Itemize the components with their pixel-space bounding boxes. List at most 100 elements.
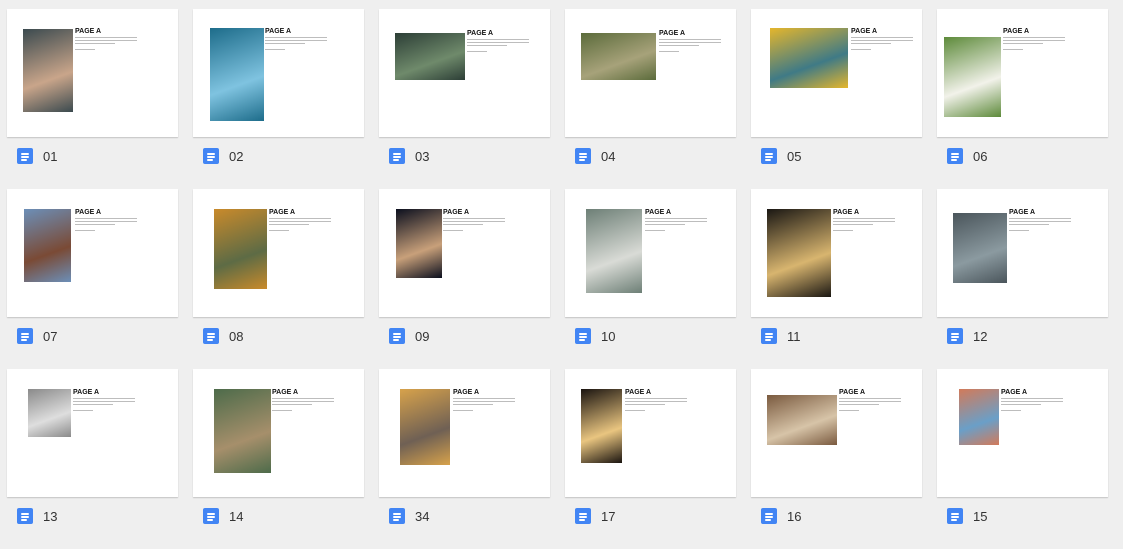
text-line [1001, 410, 1021, 411]
document-tile[interactable]: PAGE A 07 [7, 189, 178, 369]
document-title[interactable]: 13 [43, 509, 57, 524]
document-tile[interactable]: PAGE A 06 [937, 9, 1108, 189]
document-tile[interactable]: PAGE A 11 [751, 189, 922, 369]
document-title[interactable]: 03 [415, 149, 429, 164]
text-line [839, 410, 859, 411]
document-tile[interactable]: PAGE A 10 [565, 189, 736, 369]
document-footer[interactable]: 15 [947, 508, 1097, 528]
document-tile[interactable]: PAGE A 14 [193, 369, 364, 549]
google-docs-icon [17, 328, 33, 344]
document-tile[interactable]: PAGE A 01 [7, 9, 178, 189]
document-thumbnail[interactable]: PAGE A [193, 369, 364, 497]
thumbnail-text: PAGE A [1009, 209, 1071, 231]
document-title[interactable]: 11 [787, 329, 801, 344]
document-footer[interactable]: 09 [389, 328, 539, 348]
document-thumbnail[interactable]: PAGE A [7, 369, 178, 497]
document-footer[interactable]: 07 [17, 328, 167, 348]
document-thumbnail[interactable]: PAGE A [937, 369, 1108, 497]
text-line [73, 398, 135, 399]
text-line [269, 218, 331, 219]
document-title[interactable]: 01 [43, 149, 57, 164]
document-title[interactable]: 06 [973, 149, 987, 164]
document-title[interactable]: 34 [415, 509, 429, 524]
text-line [467, 39, 529, 40]
document-footer[interactable]: 14 [203, 508, 353, 528]
document-title[interactable]: 05 [787, 149, 801, 164]
document-tile[interactable]: PAGE A 12 [937, 189, 1108, 369]
thumbnail-text: PAGE A [73, 389, 135, 411]
document-footer[interactable]: 08 [203, 328, 353, 348]
thumbnail-text: PAGE A [1003, 28, 1065, 50]
document-tile[interactable]: PAGE A 34 [379, 369, 550, 549]
document-footer[interactable]: 34 [389, 508, 539, 528]
document-thumbnail[interactable]: PAGE A [565, 189, 736, 317]
document-tile[interactable]: PAGE A 03 [379, 9, 550, 189]
document-footer[interactable]: 16 [761, 508, 911, 528]
document-title[interactable]: 17 [601, 509, 615, 524]
document-thumbnail[interactable]: PAGE A [193, 9, 364, 137]
document-thumbnail[interactable]: PAGE A [751, 189, 922, 317]
text-line [1003, 43, 1043, 44]
document-thumbnail[interactable]: PAGE A [379, 369, 550, 497]
document-footer[interactable]: 03 [389, 148, 539, 168]
text-line [265, 49, 285, 50]
document-title[interactable]: 08 [229, 329, 243, 344]
document-thumbnail[interactable]: PAGE A [751, 369, 922, 497]
document-thumbnail[interactable]: PAGE A [7, 9, 178, 137]
document-tile[interactable]: PAGE A 13 [7, 369, 178, 549]
document-thumbnail[interactable]: PAGE A [565, 9, 736, 137]
document-footer[interactable]: 01 [17, 148, 167, 168]
text-line [265, 40, 327, 41]
document-tile[interactable]: PAGE A 09 [379, 189, 550, 369]
thumbnail-text: PAGE A [659, 30, 721, 52]
document-tile[interactable]: PAGE A 05 [751, 9, 922, 189]
thumbnail-text: PAGE A [645, 209, 707, 231]
google-docs-icon [761, 508, 777, 524]
document-thumbnail[interactable]: PAGE A [937, 9, 1108, 137]
text-line [269, 230, 289, 231]
document-title[interactable]: 04 [601, 149, 615, 164]
document-tile[interactable]: PAGE A 16 [751, 369, 922, 549]
document-tile[interactable]: PAGE A 04 [565, 9, 736, 189]
thumbnail-text: PAGE A [443, 209, 505, 231]
document-thumbnail[interactable]: PAGE A [565, 369, 736, 497]
document-thumbnail[interactable]: PAGE A [937, 189, 1108, 317]
document-thumbnail[interactable]: PAGE A [7, 189, 178, 317]
document-title[interactable]: 07 [43, 329, 57, 344]
text-line [265, 37, 327, 38]
thumbnail-text: PAGE A [625, 389, 687, 411]
page-heading: PAGE A [659, 30, 686, 37]
document-title[interactable]: 15 [973, 509, 987, 524]
text-line [75, 221, 137, 222]
google-docs-icon [575, 148, 591, 164]
text-line [851, 49, 871, 50]
document-footer[interactable]: 05 [761, 148, 911, 168]
document-footer[interactable]: 02 [203, 148, 353, 168]
document-footer[interactable]: 06 [947, 148, 1097, 168]
document-title[interactable]: 16 [787, 509, 801, 524]
document-footer[interactable]: 04 [575, 148, 725, 168]
document-title[interactable]: 09 [415, 329, 429, 344]
text-line [467, 42, 529, 43]
document-thumbnail[interactable]: PAGE A [751, 9, 922, 137]
document-title[interactable]: 10 [601, 329, 615, 344]
document-footer[interactable]: 12 [947, 328, 1097, 348]
document-title[interactable]: 02 [229, 149, 243, 164]
document-thumbnail[interactable]: PAGE A [379, 189, 550, 317]
document-footer[interactable]: 11 [761, 328, 911, 348]
document-footer[interactable]: 17 [575, 508, 725, 528]
document-tile[interactable]: PAGE A 17 [565, 369, 736, 549]
text-line [645, 224, 685, 225]
document-title[interactable]: 12 [973, 329, 987, 344]
document-footer[interactable]: 10 [575, 328, 725, 348]
document-thumbnail[interactable]: PAGE A [193, 189, 364, 317]
document-tile[interactable]: PAGE A 08 [193, 189, 364, 369]
document-tile[interactable]: PAGE A 15 [937, 369, 1108, 549]
document-footer[interactable]: 13 [17, 508, 167, 528]
text-line [443, 221, 505, 222]
document-title[interactable]: 14 [229, 509, 243, 524]
page-heading: PAGE A [839, 389, 866, 396]
document-tile[interactable]: PAGE A 02 [193, 9, 364, 189]
document-thumbnail[interactable]: PAGE A [379, 9, 550, 137]
text-line [443, 218, 505, 219]
